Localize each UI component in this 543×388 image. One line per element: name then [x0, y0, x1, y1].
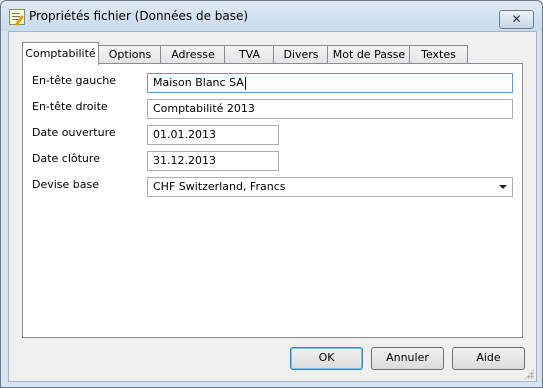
header-left-value: Maison Blanc SA — [153, 76, 244, 89]
text-caret — [244, 76, 246, 90]
tab-options[interactable]: Options — [98, 45, 162, 64]
closing-date-input[interactable]: 31.12.2013 — [147, 151, 279, 171]
tab-mot-de-passe[interactable]: Mot de Passe — [327, 45, 411, 64]
header-left-label: En-tête gauche — [32, 74, 117, 87]
document-edit-icon — [9, 9, 25, 25]
closing-date-label: Date clôture — [32, 152, 100, 165]
help-button[interactable]: Aide — [452, 347, 525, 370]
cancel-button[interactable]: Annuler — [371, 347, 444, 370]
header-right-input[interactable]: Comptabilité 2013 — [147, 99, 513, 119]
dialog-body: Comptabilité Options Adresse TVA Divers … — [8, 31, 537, 382]
tab-tva[interactable]: TVA — [224, 45, 275, 64]
tab-panel-comptabilite: En-tête gauche Maison Blanc SA En-tête d… — [22, 63, 523, 338]
tab-comptabilite[interactable]: Comptabilité — [22, 42, 99, 65]
base-currency-select[interactable]: CHF Switzerland, Francs — [147, 177, 513, 197]
tab-adresse[interactable]: Adresse — [160, 45, 226, 64]
tab-divers[interactable]: Divers — [273, 45, 329, 64]
chevron-down-icon[interactable] — [499, 185, 507, 189]
resize-grip[interactable] — [524, 369, 534, 379]
base-currency-label: Devise base — [32, 178, 100, 191]
ok-button[interactable]: OK — [290, 347, 363, 370]
header-right-label: En-tête droite — [32, 100, 108, 113]
header-left-input[interactable]: Maison Blanc SA — [147, 73, 513, 93]
window-title: Propriétés fichier (Données de base) — [29, 9, 249, 23]
opening-date-input[interactable]: 01.01.2013 — [147, 125, 279, 145]
properties-dialog: Propriétés fichier (Données de base) ✕ C… — [0, 0, 543, 388]
close-button[interactable]: ✕ — [499, 10, 534, 29]
base-currency-value: CHF Switzerland, Francs — [153, 180, 286, 193]
title-bar[interactable]: Propriétés fichier (Données de base) ✕ — [1, 1, 542, 31]
opening-date-label: Date ouverture — [32, 126, 116, 139]
tab-textes[interactable]: Textes — [409, 45, 468, 64]
